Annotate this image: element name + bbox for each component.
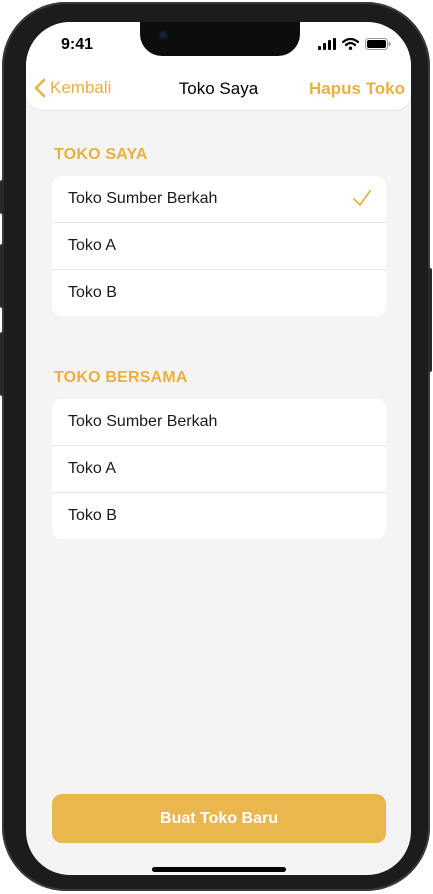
notch [140,22,300,56]
delete-store-button[interactable]: Hapus Toko [309,79,405,99]
wifi-icon [342,38,359,50]
list-item-label: Toko Sumber Berkah [68,190,218,207]
list-item[interactable]: Toko Sumber Berkah [52,176,386,222]
list-item-label: Toko B [68,507,117,524]
volume-down-button [0,332,4,396]
section-title-toko-saya: TOKO SAYA [54,146,148,163]
shared-stores-list: Toko Sumber Berkah Toko A Toko B [52,399,386,539]
list-item[interactable]: Toko A [52,222,386,269]
list-item-label: Toko B [68,284,117,301]
screen: 9:41 Kembali Toko Saya Hapus Toko TOKO S… [26,22,411,875]
phone-frame: 9:41 Kembali Toko Saya Hapus Toko TOKO S… [0,2,432,891]
home-indicator [152,867,286,872]
status-icons [318,38,391,50]
mute-switch [0,180,4,214]
status-time: 9:41 [61,36,94,53]
create-store-label: Buat Toko Baru [160,809,278,827]
list-item-label: Toko Sumber Berkah [68,413,218,430]
list-item[interactable]: Toko Sumber Berkah [52,399,386,445]
power-button [428,268,432,372]
checkmark-icon [353,190,371,206]
camera-icon [158,30,168,40]
navigation-bar: Kembali Toko Saya Hapus Toko [26,66,411,110]
list-item[interactable]: Toko A [52,445,386,492]
list-item-label: Toko A [68,460,117,477]
list-item[interactable]: Toko B [52,269,386,316]
cellular-signal-icon [318,38,336,50]
section-title-toko-bersama: TOKO BERSAMA [54,369,188,386]
list-item[interactable]: Toko B [52,492,386,539]
create-store-button[interactable]: Buat Toko Baru [52,794,386,843]
my-stores-list: Toko Sumber Berkah Toko A Toko B [52,176,386,316]
list-item-label: Toko A [68,237,117,254]
battery-icon [365,38,391,50]
volume-up-button [0,244,4,308]
